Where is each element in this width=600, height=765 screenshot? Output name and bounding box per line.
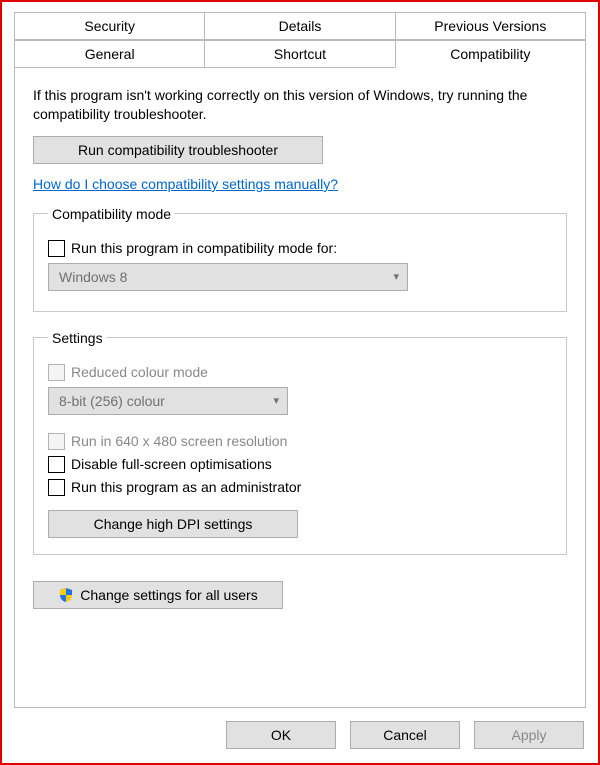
help-link[interactable]: How do I choose compatibility settings m… bbox=[33, 176, 338, 192]
tab-compatibility[interactable]: Compatibility bbox=[395, 40, 586, 68]
tab-strip: Security Details Previous Versions Gener… bbox=[2, 2, 598, 68]
run-as-admin-checkbox[interactable] bbox=[48, 479, 65, 496]
change-settings-all-users-label: Change settings for all users bbox=[80, 587, 257, 603]
compat-mode-combobox[interactable]: Windows 8 ▾ bbox=[48, 263, 408, 291]
intro-text: If this program isn't working correctly … bbox=[33, 86, 567, 124]
shield-icon bbox=[58, 587, 74, 603]
change-dpi-button[interactable]: Change high DPI settings bbox=[48, 510, 298, 538]
disable-fullscreen-label: Disable full-screen optimisations bbox=[71, 456, 272, 472]
compatibility-mode-group: Compatibility mode Run this program in c… bbox=[33, 206, 567, 312]
compat-mode-checkbox-label: Run this program in compatibility mode f… bbox=[71, 240, 337, 256]
disable-fullscreen-checkbox[interactable] bbox=[48, 456, 65, 473]
colour-mode-combobox: 8-bit (256) colour ▾ bbox=[48, 387, 288, 415]
tab-security[interactable]: Security bbox=[14, 12, 205, 40]
tab-general[interactable]: General bbox=[14, 40, 205, 68]
reduced-colour-label: Reduced colour mode bbox=[71, 364, 208, 380]
run-640-checkbox bbox=[48, 433, 65, 450]
reduced-colour-checkbox bbox=[48, 364, 65, 381]
ok-button[interactable]: OK bbox=[226, 721, 336, 749]
settings-legend: Settings bbox=[48, 330, 107, 346]
cancel-button[interactable]: Cancel bbox=[350, 721, 460, 749]
chevron-down-icon: ▾ bbox=[273, 394, 279, 407]
change-settings-all-users-button[interactable]: Change settings for all users bbox=[33, 581, 283, 609]
compatibility-panel: If this program isn't working correctly … bbox=[14, 68, 586, 708]
compatibility-mode-legend: Compatibility mode bbox=[48, 206, 175, 222]
compat-mode-checkbox[interactable] bbox=[48, 240, 65, 257]
apply-button[interactable]: Apply bbox=[474, 721, 584, 749]
settings-group: Settings Reduced colour mode 8-bit (256)… bbox=[33, 330, 567, 555]
chevron-down-icon: ▾ bbox=[393, 270, 399, 283]
properties-dialog: Security Details Previous Versions Gener… bbox=[0, 0, 600, 765]
tab-details[interactable]: Details bbox=[204, 12, 395, 40]
run-as-admin-label: Run this program as an administrator bbox=[71, 479, 301, 495]
compat-mode-combobox-value: Windows 8 bbox=[59, 269, 127, 285]
tab-shortcut[interactable]: Shortcut bbox=[204, 40, 395, 68]
run-640-label: Run in 640 x 480 screen resolution bbox=[71, 433, 287, 449]
tab-previous-versions[interactable]: Previous Versions bbox=[395, 12, 586, 40]
dialog-footer: OK Cancel Apply bbox=[226, 721, 584, 749]
colour-mode-combobox-value: 8-bit (256) colour bbox=[59, 393, 165, 409]
run-troubleshooter-button[interactable]: Run compatibility troubleshooter bbox=[33, 136, 323, 164]
